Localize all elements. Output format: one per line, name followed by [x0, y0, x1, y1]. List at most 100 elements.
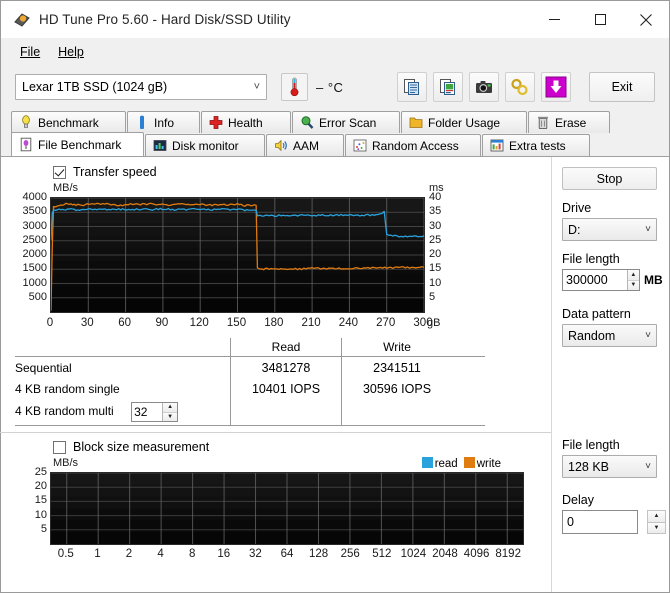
toolbar-buttons: Exit	[397, 72, 655, 102]
hdtune-window: HD Tune Pro 5.60 - Hard Disk/SSD Utility…	[0, 0, 670, 593]
delay-input[interactable]	[563, 515, 637, 529]
drive-label: Drive	[562, 201, 592, 215]
chart2-xtick: 128	[309, 548, 329, 560]
tab-aam[interactable]: AAM	[266, 134, 344, 156]
tab-error-scan[interactable]: Error Scan	[292, 111, 400, 133]
random-access-icon	[353, 138, 367, 153]
chart1-svg	[51, 198, 424, 312]
chart2-svg	[51, 473, 523, 544]
chart1-ytick: 3000	[22, 219, 47, 232]
temperature-button[interactable]	[281, 73, 308, 101]
chart1-xtick: 240	[338, 317, 358, 329]
disk-monitor-icon	[153, 138, 167, 153]
block-file-length-combo[interactable]: 128 KB ˅	[562, 455, 657, 478]
row-random-single-label: 4 KB random single	[15, 381, 120, 396]
menu-help[interactable]: Help	[49, 42, 93, 62]
tab-info[interactable]: Info	[127, 111, 200, 133]
drive-combo[interactable]: D: ˅	[562, 218, 657, 241]
row-random-multi-read	[230, 399, 342, 426]
tab-info-label: Info	[154, 115, 175, 130]
results-table: Read Write Sequential 3481278 2341511 4 …	[15, 338, 485, 427]
chart2-xtick: 16	[217, 548, 231, 560]
row-sequential-write: 2341511	[341, 356, 452, 378]
maximize-button[interactable]	[577, 1, 623, 38]
chart1-y2tick: 5	[429, 290, 436, 303]
window-controls	[531, 1, 669, 38]
chart2-xtick: 4	[157, 548, 164, 560]
camera-icon[interactable]	[469, 72, 499, 102]
menu-file[interactable]: File	[11, 42, 49, 62]
chart1-y2tick: 10	[429, 276, 442, 289]
chart1-ytick: 2500	[22, 233, 47, 246]
chart1-xtick: 90	[155, 317, 169, 329]
exit-button[interactable]: Exit	[589, 72, 655, 102]
block-size-checkbox[interactable]	[53, 440, 66, 454]
file-length-stepper[interactable]: ▲ ▼	[562, 269, 640, 291]
chart1-y2tick: 15	[429, 262, 442, 275]
transfer-speed-chart: MB/s ms 500 1000 1500 2000 2500 3000 3500 4000 …	[15, 182, 481, 332]
results-header-write: Write	[341, 338, 452, 357]
tab-file-benchmark[interactable]: File Benchmark	[11, 132, 144, 156]
tab-benchmark[interactable]: Benchmark	[11, 111, 126, 133]
delay-spin-buttons: ▲ ▼	[647, 510, 666, 534]
drive-select[interactable]: Lexar 1TB SSD (1024 gB) ˅	[15, 74, 267, 100]
erase-icon	[536, 115, 550, 130]
file-length-input[interactable]	[563, 270, 627, 290]
tab-benchmark-label: Benchmark	[38, 115, 99, 130]
copy-icon[interactable]	[397, 72, 427, 102]
chart1-ytick: 4000	[22, 191, 47, 203]
title-bar: HD Tune Pro 5.60 - Hard Disk/SSD Utility	[1, 1, 669, 38]
queue-depth-up-icon[interactable]: ▲	[163, 403, 178, 413]
queue-depth-down-icon[interactable]: ▼	[163, 412, 178, 421]
chart1-y2tick: 30	[429, 219, 442, 232]
transfer-speed-checkbox[interactable]	[53, 165, 66, 179]
download-icon[interactable]	[541, 72, 571, 102]
close-button[interactable]	[623, 1, 669, 38]
row-sequential-label: Sequential	[15, 356, 231, 378]
tab-erase-label: Erase	[555, 115, 587, 130]
chevron-down-icon: ˅	[645, 330, 651, 341]
queue-depth-input[interactable]	[132, 403, 163, 421]
block-size-chart: MB/s read write 5 10 15 20 25 0.5 1 2 4 8 16 32 64 1…	[15, 457, 524, 574]
file-length-up-icon[interactable]: ▲	[627, 270, 639, 281]
data-pattern-combo[interactable]: Random ˅	[562, 324, 657, 347]
queue-depth-stepper[interactable]: ▲ ▼	[131, 402, 179, 422]
stop-button[interactable]: Stop	[562, 167, 657, 190]
extra-tests-icon	[490, 138, 504, 153]
tab-extra-tests[interactable]: Extra tests	[482, 134, 590, 156]
copy-image-icon[interactable]	[433, 72, 463, 102]
chart2-xtick: 2048	[432, 548, 458, 560]
results-header-row: Read Write	[15, 338, 485, 357]
chart1-xtick: 60	[118, 317, 131, 329]
chart2-ytick: 5	[40, 522, 47, 535]
file-length-label: File length	[562, 252, 620, 266]
tab-disk-monitor[interactable]: Disk monitor	[145, 134, 265, 156]
legend-read-swatch	[421, 457, 433, 468]
results-header-read: Read	[230, 338, 342, 357]
table-row: 4 KB random single 10401 IOPS 30596 IOPS	[15, 378, 485, 399]
temperature-value: – °C	[316, 79, 344, 95]
legend-read-label: read	[434, 458, 458, 470]
transfer-speed-row: Transfer speed	[53, 165, 551, 179]
file-length-down-icon[interactable]: ▼	[627, 280, 639, 290]
chart1-xtick: 0	[46, 317, 54, 329]
options-icon[interactable]	[505, 72, 535, 102]
tab-extra-tests-label: Extra tests	[509, 138, 566, 153]
tab-erase[interactable]: Erase	[528, 111, 610, 133]
tab-row-2: File Benchmark Disk monitor AAM Random A…	[11, 132, 659, 156]
error-scan-icon	[300, 115, 314, 130]
delay-up-icon[interactable]: ▲	[647, 510, 666, 522]
tab-folder-usage[interactable]: Folder Usage	[401, 111, 527, 133]
minimize-button[interactable]	[531, 1, 577, 38]
chart2-plot-area	[50, 472, 524, 545]
delay-input-box[interactable]	[562, 510, 638, 534]
results-grid: Read Write Sequential 3481278 2341511 4 …	[15, 338, 485, 427]
tab-health[interactable]: Health	[201, 111, 291, 133]
legend-write: write	[463, 457, 501, 470]
tab-random-access[interactable]: Random Access	[345, 134, 481, 156]
row-random-multi-write	[341, 399, 452, 426]
aam-icon	[274, 138, 288, 153]
chart2-xtick: 32	[248, 548, 262, 560]
file-benchmark-icon	[19, 137, 33, 152]
delay-down-icon[interactable]: ▼	[647, 521, 666, 534]
